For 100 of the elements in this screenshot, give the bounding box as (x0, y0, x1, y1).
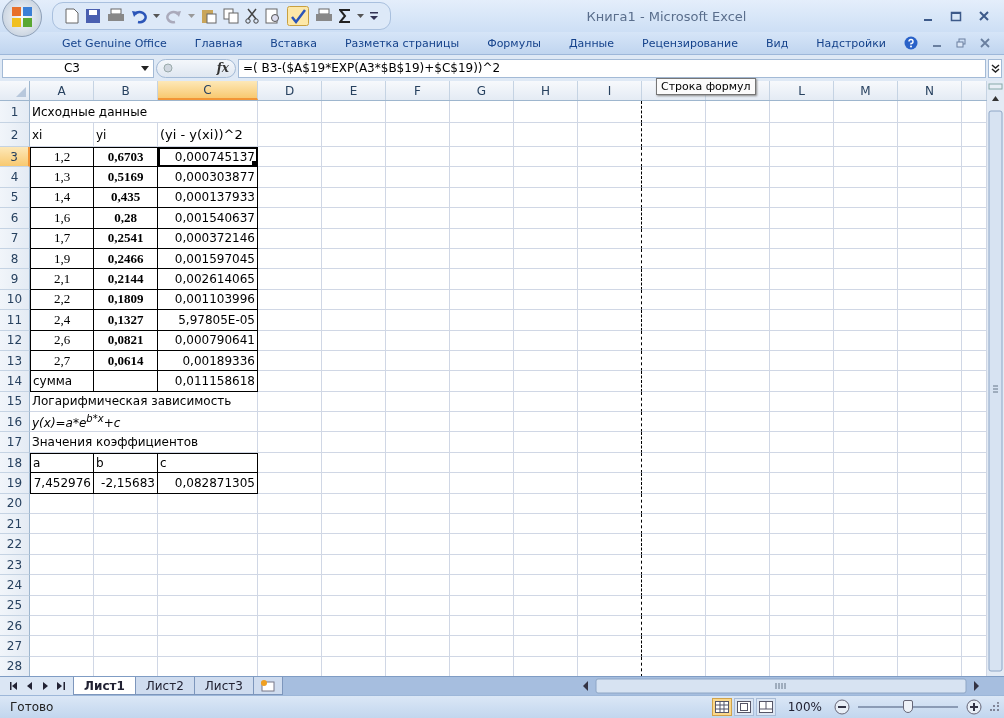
sheet-tab[interactable]: Лист2 (134, 677, 195, 695)
column-header[interactable]: M (860, 83, 871, 98)
cell-value[interactable]: 0,000745137 (158, 147, 258, 168)
cell-label[interactable]: yi (94, 123, 158, 147)
table-cell[interactable] (578, 208, 642, 229)
copy-icon[interactable] (223, 8, 239, 24)
resize-grip-icon[interactable] (990, 702, 1000, 712)
zoom-level[interactable]: 100% (783, 700, 826, 714)
cell-value[interactable]: 0,000372146 (158, 228, 258, 249)
cell-value[interactable]: 1,7 (30, 228, 94, 249)
cell-value[interactable]: 0,1809 (94, 289, 158, 311)
table-cell[interactable] (578, 289, 642, 311)
quick-print-icon[interactable] (315, 8, 333, 24)
close-icon[interactable] (980, 38, 990, 48)
ribbon-tab[interactable]: Надстройки (816, 36, 886, 50)
page-layout-view-button[interactable] (733, 698, 754, 716)
cell-value[interactable]: 0,000137933 (158, 187, 258, 209)
insert-sheet-button[interactable] (252, 677, 283, 695)
sum-icon[interactable] (339, 9, 351, 23)
table-cell[interactable] (578, 473, 642, 494)
ribbon-tab[interactable]: Вид (765, 36, 789, 50)
first-sheet-icon[interactable] (10, 682, 18, 690)
table-cell[interactable] (578, 575, 642, 596)
column-header[interactable]: B (121, 83, 130, 98)
customize-toolbar-icon[interactable] (370, 12, 378, 20)
table-cell[interactable] (578, 391, 642, 413)
cell-label[interactable]: Логарифмическая зависимость (30, 391, 258, 413)
column-header[interactable]: L (798, 83, 805, 98)
column-header[interactable]: H (541, 83, 550, 98)
cell-label[interactable]: a (30, 452, 94, 474)
column-header[interactable]: A (57, 83, 66, 98)
new-document-icon[interactable] (65, 8, 79, 24)
cell-value[interactable]: 0,001540637 (158, 208, 258, 229)
close-icon[interactable] (978, 10, 990, 22)
cell-value[interactable]: 1,6 (30, 208, 94, 229)
cell-value[interactable]: 0,002614065 (158, 269, 258, 290)
cell-value[interactable]: 0,011158618 (158, 371, 258, 392)
ribbon-tab[interactable]: Разметка страницы (344, 36, 460, 50)
column-header[interactable]: E (349, 83, 358, 98)
table-cell[interactable] (578, 101, 642, 123)
undo-icon[interactable] (131, 8, 147, 24)
ribbon-tab[interactable]: Главная (194, 36, 243, 50)
table-cell[interactable] (578, 187, 642, 209)
zoom-in-icon[interactable] (966, 699, 982, 715)
cell-value[interactable]: 0,5169 (94, 167, 158, 188)
cell-value[interactable]: 2,1 (30, 269, 94, 290)
redo-icon[interactable] (166, 8, 182, 24)
cell-value[interactable]: 0,2144 (94, 269, 158, 290)
office-button[interactable] (2, 0, 42, 37)
cell-label[interactable]: Значения коэффициентов (30, 432, 258, 453)
table-cell[interactable] (578, 269, 642, 290)
expand-formula-bar-button[interactable] (988, 58, 1002, 78)
sheet-tab[interactable]: Лист3 (193, 677, 254, 695)
restore-icon[interactable] (956, 38, 966, 48)
table-cell[interactable] (578, 228, 642, 249)
column-heading[interactable]: (yi - y(xi))^2 (158, 123, 258, 147)
cell-label[interactable]: c (158, 452, 258, 474)
cell-value[interactable]: 7,452976 (30, 473, 94, 494)
cell-value[interactable]: 0,00189336 (158, 350, 258, 372)
table-cell[interactable] (578, 412, 642, 433)
name-box[interactable]: C3 (2, 58, 154, 78)
column-header[interactable]: N (925, 83, 934, 98)
page-break-view-button[interactable] (755, 698, 776, 716)
cell-label[interactable]: b (94, 452, 158, 474)
cell-value[interactable]: 0,0821 (94, 330, 158, 351)
spelling-check-icon[interactable] (287, 6, 309, 26)
cell-value[interactable]: 1,4 (30, 187, 94, 209)
table-cell[interactable] (578, 554, 642, 576)
formula-input[interactable]: =( B3-($A$19*EXP(A3*$B$19)+$C$19))^2 (238, 58, 986, 78)
cell-value[interactable]: 0,001103996 (158, 289, 258, 311)
table-cell[interactable] (578, 493, 642, 515)
cell-value[interactable]: 0,2541 (94, 228, 158, 249)
cell-value[interactable]: 0,082871305 (158, 473, 258, 494)
table-cell[interactable] (94, 371, 158, 392)
ribbon-tab[interactable]: Формулы (487, 36, 541, 50)
last-sheet-icon[interactable] (57, 682, 65, 690)
column-header[interactable]: F (414, 83, 421, 98)
row-header[interactable]: 2 (10, 127, 19, 142)
normal-view-button[interactable] (711, 698, 732, 716)
cell-value[interactable]: 0,001597045 (158, 248, 258, 270)
zoom-slider-thumb[interactable] (903, 700, 913, 713)
print-preview-icon[interactable] (265, 8, 281, 24)
fill-handle[interactable] (252, 161, 257, 167)
next-sheet-icon[interactable] (42, 682, 48, 690)
cell-value[interactable]: 1,3 (30, 167, 94, 188)
cell-label[interactable]: сумма (30, 371, 94, 392)
help-icon[interactable] (904, 36, 918, 50)
scissors-icon[interactable] (245, 8, 259, 24)
cell-value[interactable]: 0,1327 (94, 310, 158, 331)
table-cell[interactable] (578, 616, 642, 637)
table-cell[interactable] (578, 330, 642, 351)
cell-label[interactable]: xi (30, 123, 94, 147)
formula-text[interactable]: y(x)=a*e$^{b*x}$+c (30, 412, 258, 433)
cell-value[interactable]: 2,4 (30, 310, 94, 331)
row-header[interactable]: 3 (10, 149, 18, 164)
table-cell[interactable] (578, 371, 642, 392)
sheet-tab[interactable]: Лист1 (73, 677, 136, 695)
cell-value[interactable]: 0,000790641 (158, 330, 258, 351)
column-header[interactable]: G (476, 83, 487, 98)
insert-function-button[interactable]: fx (216, 61, 229, 75)
